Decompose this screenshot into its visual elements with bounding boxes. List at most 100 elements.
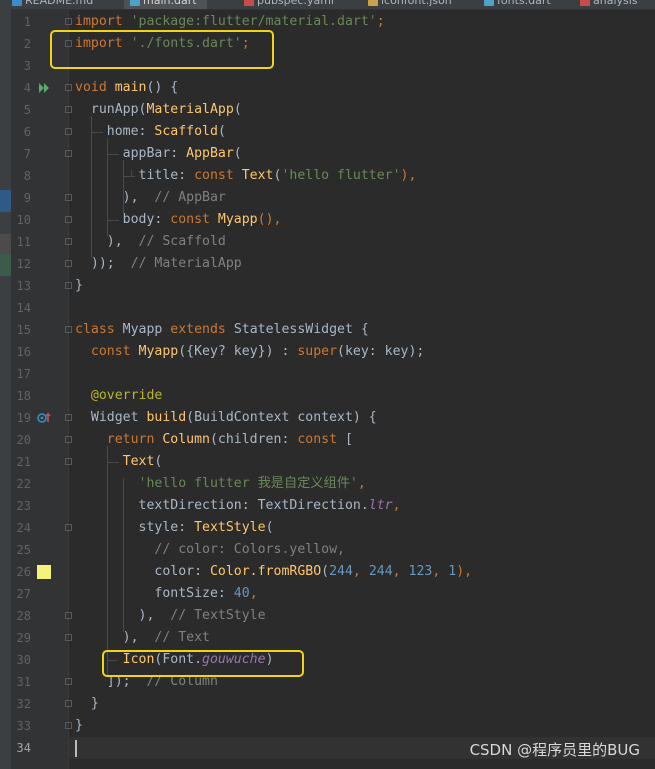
code-line: body: const Myapp(),	[75, 209, 282, 231]
code-token: // MaterialApp	[130, 256, 242, 271]
stripe-marker	[0, 234, 11, 256]
code-token: 'package:flutter/material.dart'	[130, 14, 377, 29]
code-line: }	[75, 693, 99, 715]
fold-marker[interactable]	[65, 106, 72, 113]
code-line: appBar: AppBar(	[75, 143, 242, 165]
code-token: body:	[75, 212, 171, 227]
line-number: 15	[16, 323, 31, 337]
code-token: Color.fromRGBO	[209, 564, 322, 579]
code-token: }	[75, 278, 83, 293]
fold-marker[interactable]	[65, 260, 72, 267]
tab-analysis[interactable]: analysis	[574, 0, 648, 9]
code-token: main	[114, 80, 147, 95]
fold-marker[interactable]	[65, 722, 72, 729]
code-token: (key: key);	[337, 344, 425, 359]
code-token: ,	[392, 564, 409, 579]
code-token: ));	[75, 256, 131, 271]
code-token: (	[154, 454, 163, 469]
tab-fonts-dart[interactable]: fonts.dart	[478, 0, 561, 9]
override-method-icon[interactable]	[37, 412, 51, 424]
code-token: Myapp	[217, 212, 258, 227]
code-token: TextStyle	[194, 520, 266, 535]
fold-marker[interactable]	[65, 128, 72, 135]
fold-marker[interactable]	[65, 524, 72, 531]
code-token: fontSize:	[75, 586, 234, 601]
code-token: ,	[432, 564, 449, 579]
run-gutter-icon[interactable]	[38, 82, 50, 94]
fold-marker[interactable]	[65, 326, 72, 333]
tab-label: main.dart	[143, 0, 197, 7]
code-token: // Text	[154, 630, 210, 645]
annotation-box-icon	[102, 650, 304, 677]
fold-marker[interactable]	[65, 700, 72, 707]
fold-marker[interactable]	[65, 238, 72, 245]
annotation-box-import	[50, 30, 274, 69]
fold-marker[interactable]	[65, 18, 72, 25]
indent-guide	[123, 478, 124, 632]
code-token: ({Key? key}) :	[178, 344, 298, 359]
tab-label: analysis	[593, 0, 638, 7]
fold-marker[interactable]	[65, 84, 72, 91]
code-token: AppBar	[186, 146, 234, 161]
csdn-watermark: CSDN @程序员里的BUG	[469, 741, 640, 759]
code-token: 1	[448, 564, 457, 579]
code-token: home:	[75, 124, 155, 139]
fold-marker[interactable]	[65, 150, 72, 157]
code-token: @override	[75, 388, 163, 403]
code-token: ),	[75, 234, 139, 249]
tab-pubspec-yaml[interactable]: pubspec.yaml	[238, 0, 344, 9]
code-token: 40	[233, 586, 250, 601]
code-token: return	[75, 432, 163, 447]
fold-marker[interactable]	[65, 612, 72, 619]
tab-iconfont-json[interactable]: iconfont.json	[362, 0, 462, 9]
fold-marker[interactable]	[65, 458, 72, 465]
indent-guide	[123, 160, 124, 214]
code-token: Text	[122, 454, 155, 469]
indent-guide	[91, 132, 103, 133]
line-number: 16	[16, 345, 31, 359]
file-type-icon	[244, 0, 254, 6]
code-line: void main() {	[75, 77, 178, 99]
line-number: 32	[16, 697, 31, 711]
indent-guide	[123, 176, 135, 177]
code-token: build	[146, 410, 187, 425]
code-token: ),	[75, 630, 155, 645]
tab-readme-md[interactable]: README.md	[6, 0, 103, 9]
fold-marker[interactable]	[65, 436, 72, 443]
fold-marker[interactable]	[65, 634, 72, 641]
fold-marker[interactable]	[65, 414, 72, 421]
line-number: 34	[16, 741, 31, 755]
line-number: 25	[16, 543, 31, 557]
fold-marker[interactable]	[65, 194, 72, 201]
code-line: style: TextStyle(	[75, 517, 274, 539]
line-number: 27	[16, 587, 31, 601]
line-number: 24	[16, 521, 31, 535]
code-line: ), // TextStyle	[75, 605, 266, 627]
code-token: 123	[408, 564, 433, 579]
code-line: return Column(children: const [	[75, 429, 353, 451]
code-token: const	[297, 432, 345, 447]
code-token: MaterialApp	[146, 102, 234, 117]
tab-main-dart[interactable]: main.dart	[124, 0, 207, 9]
code-line: // color: Colors.yellow,	[75, 539, 345, 561]
line-number: 31	[16, 675, 31, 689]
line-number: 5	[23, 103, 31, 117]
fold-marker[interactable]	[65, 678, 72, 685]
code-token: const	[194, 168, 242, 183]
tab-label: README.md	[25, 0, 94, 7]
color-preview-swatch[interactable]	[37, 565, 51, 579]
code-token: Scaffold	[154, 124, 218, 139]
left-tool-stripe	[0, 9, 11, 769]
code-token: // Scaffold	[138, 234, 226, 249]
code-token: ,	[357, 476, 366, 491]
code-token: 'hello flutter'	[281, 168, 401, 183]
fold-marker[interactable]	[65, 282, 72, 289]
fold-marker[interactable]	[65, 216, 72, 223]
line-number: 19	[16, 411, 31, 425]
code-token: Widget	[75, 410, 147, 425]
indent-guide	[91, 116, 92, 258]
code-token: ,	[249, 586, 258, 601]
text-caret	[75, 740, 77, 757]
code-line: )); // MaterialApp	[75, 253, 242, 275]
line-number: 9	[23, 191, 31, 205]
